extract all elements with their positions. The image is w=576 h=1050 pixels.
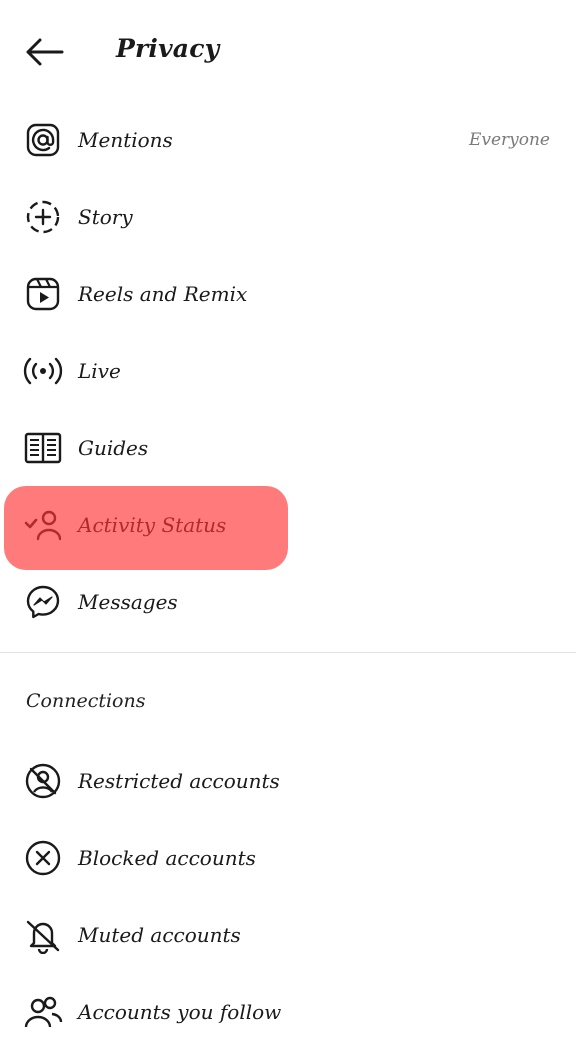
- live-label: Live: [78, 358, 121, 383]
- story-label: Story: [78, 204, 133, 229]
- activity-status-row[interactable]: Activity Status: [0, 486, 576, 563]
- guides-book-icon: [22, 427, 64, 469]
- activity-status-icon: [22, 504, 64, 546]
- muted-accounts-label: Muted accounts: [78, 922, 241, 947]
- muted-accounts-row[interactable]: Muted accounts: [0, 896, 576, 973]
- muted-bell-icon: [22, 914, 64, 956]
- story-row[interactable]: Story: [0, 178, 576, 255]
- blocked-icon: [22, 837, 64, 879]
- header: Privacy: [0, 0, 576, 104]
- section-divider: [0, 652, 576, 653]
- mentions-value: Everyone: [468, 129, 550, 150]
- blocked-accounts-label: Blocked accounts: [78, 845, 256, 870]
- restricted-accounts-label: Restricted accounts: [78, 768, 280, 793]
- back-button[interactable]: [22, 34, 66, 70]
- messages-label: Messages: [78, 589, 178, 614]
- story-add-icon: [22, 196, 64, 238]
- mentions-label: Mentions: [78, 127, 173, 152]
- connections-heading: Connections: [26, 690, 146, 712]
- restricted-accounts-row[interactable]: Restricted accounts: [0, 742, 576, 819]
- guides-row[interactable]: Guides: [0, 409, 576, 486]
- live-row[interactable]: Live: [0, 332, 576, 409]
- blocked-accounts-row[interactable]: Blocked accounts: [0, 819, 576, 896]
- reels-remix-row[interactable]: Reels and Remix: [0, 255, 576, 332]
- guides-label: Guides: [78, 435, 149, 460]
- accounts-you-follow-label: Accounts you follow: [78, 999, 282, 1024]
- live-broadcast-icon: [22, 350, 64, 392]
- restricted-icon: [22, 760, 64, 802]
- messenger-icon: [22, 581, 64, 623]
- activity-status-label: Activity Status: [78, 512, 227, 537]
- page-title: Privacy: [116, 34, 220, 63]
- mentions-row[interactable]: Mentions Everyone: [0, 101, 576, 178]
- accounts-you-follow-row[interactable]: Accounts you follow: [0, 973, 576, 1050]
- accounts-follow-icon: [22, 991, 64, 1033]
- reels-icon: [22, 273, 64, 315]
- at-sign-icon: [22, 119, 64, 161]
- messages-row[interactable]: Messages: [0, 563, 576, 640]
- reels-remix-label: Reels and Remix: [78, 281, 248, 306]
- arrow-left-icon: [26, 38, 64, 66]
